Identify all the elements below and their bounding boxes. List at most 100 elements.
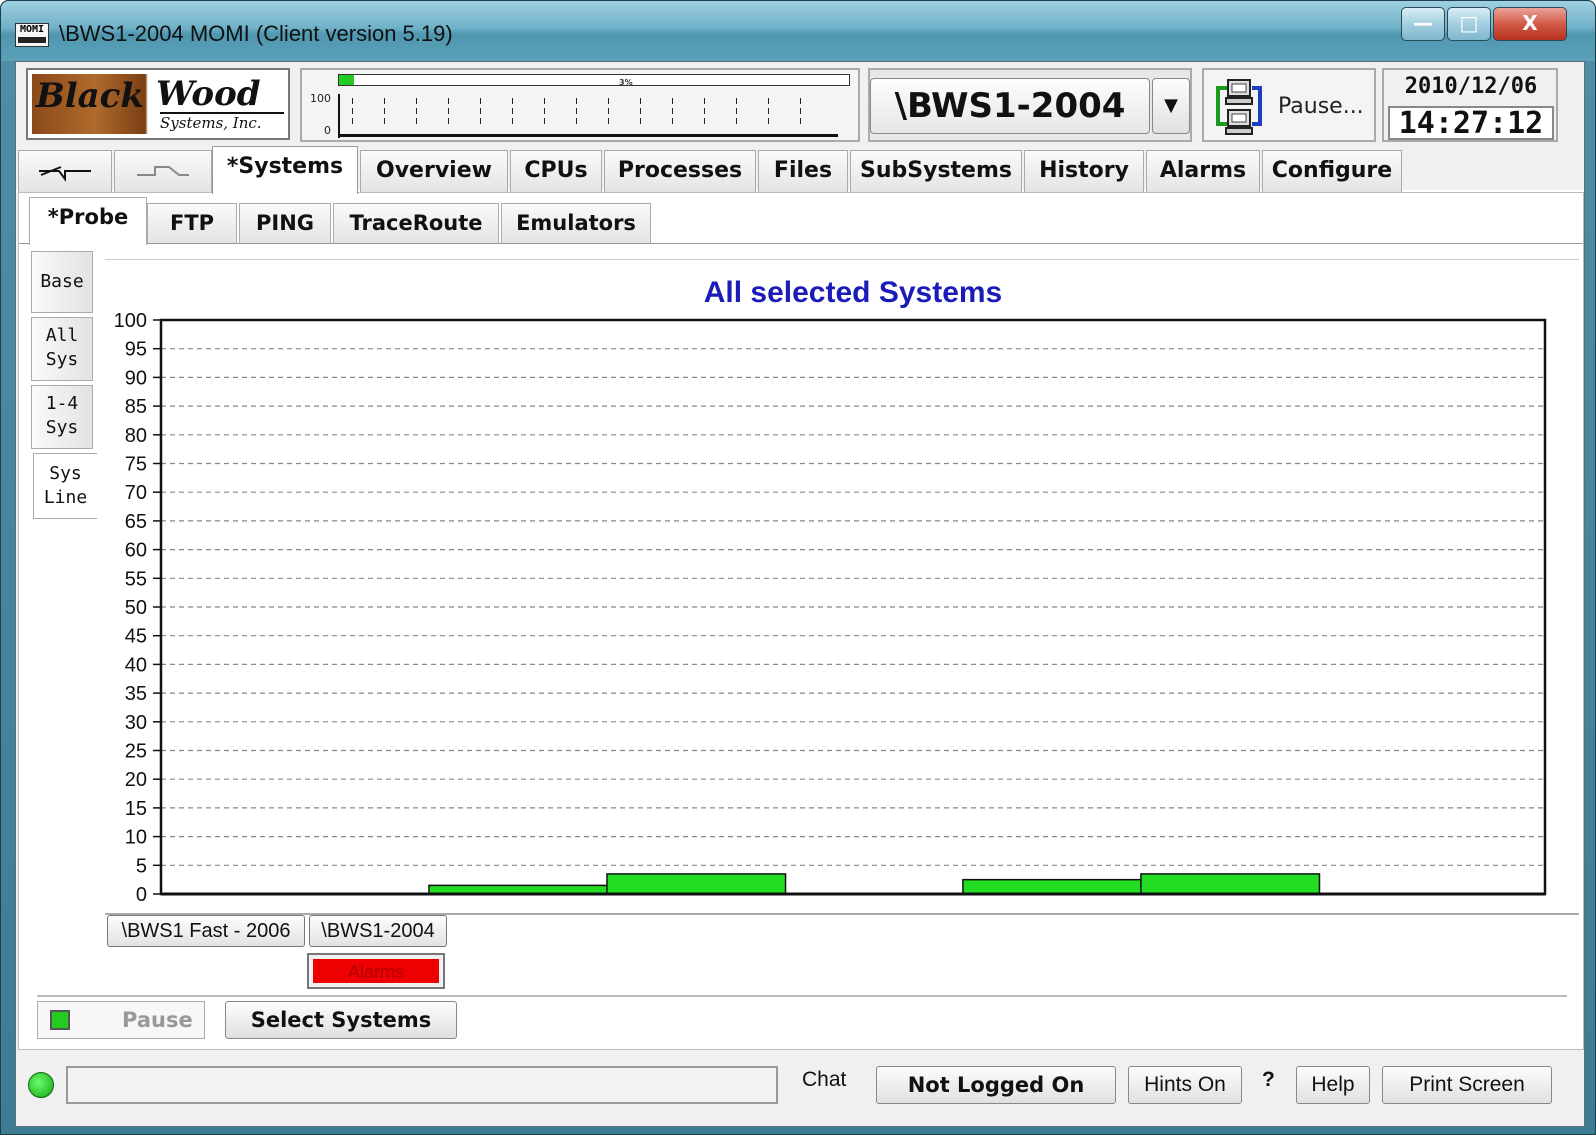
- mini-chart-baseline: [338, 134, 838, 137]
- cpu-mini-chart: 3% 100 0: [300, 68, 860, 142]
- tab-cpus[interactable]: CPUs: [510, 150, 602, 192]
- client-area: Black Wood Systems, Inc. 3% 100 0 \BWS1-…: [15, 61, 1585, 1127]
- chart-bar: [962, 878, 1143, 895]
- y-tick-label: 45: [125, 626, 147, 648]
- pause-refresh-box[interactable]: Pause...: [1202, 68, 1376, 142]
- login-status-button[interactable]: Not Logged On: [876, 1066, 1116, 1104]
- chat-link[interactable]: Chat: [802, 1068, 846, 1092]
- chart-title: All selected Systems: [704, 276, 1003, 309]
- computers-sync-icon: [1216, 79, 1262, 135]
- alarms-button[interactable]: Alarms: [307, 953, 445, 989]
- close-button[interactable]: X: [1493, 7, 1567, 41]
- system-selector: \BWS1-2004 ▼: [868, 68, 1192, 142]
- tab-overview[interactable]: Overview: [360, 150, 508, 192]
- y-tick-label: 0: [136, 884, 147, 906]
- y-tick-label: 90: [125, 367, 147, 389]
- tab-subsystems[interactable]: SubSystems: [850, 150, 1022, 192]
- momi-app-icon: MOMI: [15, 23, 49, 47]
- y-tick-label: 85: [125, 396, 147, 418]
- y-tick-label: 75: [125, 454, 147, 476]
- minimize-button[interactable]: —: [1401, 7, 1445, 41]
- y-tick-label: 25: [125, 741, 147, 763]
- tab-files[interactable]: Files: [758, 150, 848, 192]
- y-tick-label: 35: [125, 683, 147, 705]
- status-bar: Chat Not Logged On Hints On ? Help Print…: [16, 1056, 1584, 1122]
- y-tick-label: 70: [125, 482, 147, 504]
- print-screen-button[interactable]: Print Screen: [1382, 1066, 1552, 1104]
- y-tick-label: 20: [125, 769, 147, 791]
- tab-systems[interactable]: *Systems: [212, 146, 358, 194]
- caret-down-icon[interactable]: ▼: [1152, 78, 1190, 134]
- current-time: 14:27:12: [1388, 106, 1554, 140]
- help-button[interactable]: Help: [1296, 1066, 1370, 1104]
- controls-separator: [37, 995, 1567, 997]
- pulse-down-icon: [39, 166, 91, 182]
- sidetab-all-sys[interactable]: All Sys: [31, 317, 93, 381]
- subtab-emulators[interactable]: Emulators: [501, 203, 651, 243]
- status-message-field: [66, 1066, 778, 1104]
- probe-chart-area: All selected Systems 0 5 10 15 20 25 30 35 40 45 50…: [105, 259, 1579, 915]
- systems-panel: *Probe FTP PING TraceRoute Emulators Bas…: [18, 192, 1584, 1050]
- connection-status-icon: [28, 1072, 54, 1098]
- sidetab-sys-line-line1: Sys: [49, 463, 82, 484]
- y-tick-label: 5: [136, 855, 147, 877]
- app-window: MOMI \BWS1-2004 MOMI (Client version 5.1…: [0, 0, 1596, 1135]
- y-tick-label: 15: [125, 798, 147, 820]
- sidetab-base-label: Base: [40, 271, 84, 292]
- date-time-box: 2010/12/06 14:27:12: [1382, 68, 1558, 142]
- y-tick-label: 50: [125, 597, 147, 619]
- y-tick-label: 30: [125, 712, 147, 734]
- sidetab-sys-line[interactable]: Sys Line: [33, 453, 97, 519]
- mini-chart-top-label: 100: [310, 92, 331, 105]
- system-name-button[interactable]: \BWS1-2004: [870, 78, 1150, 134]
- legend-system-bws1-fast[interactable]: \BWS1 Fast - 2006: [107, 915, 305, 947]
- sidetab-1-4-sys-line2: Sys: [45, 417, 79, 438]
- sidetab-1-4-sys-line1: 1-4: [45, 393, 79, 414]
- mini-chart-y-axis: [338, 94, 340, 138]
- sub-tab-bar: *Probe FTP PING TraceRoute Emulators: [19, 193, 1583, 245]
- sidetab-all-sys-line2: Sys: [45, 349, 79, 370]
- pause-refresh-label: Pause...: [1278, 94, 1364, 119]
- chart-bar: [1140, 873, 1321, 895]
- subtab-ftp[interactable]: FTP: [147, 203, 237, 243]
- y-tick-label: 95: [125, 339, 147, 361]
- y-tick-label: 55: [125, 568, 147, 590]
- mini-chart-grid: [352, 98, 832, 128]
- side-tab-bar: Base All Sys 1-4 Sys Sys Line: [31, 245, 97, 775]
- y-tick-label: 10: [125, 827, 147, 849]
- main-tab-bar: *Systems Overview CPUs Processes Files S…: [16, 146, 1584, 194]
- window-title: \BWS1-2004 MOMI (Client version 5.19): [59, 21, 453, 46]
- cpu-percent-bar: 3%: [338, 74, 850, 87]
- probe-bar-chart: All selected Systems 0 5 10 15 20 25 30 35 40 45 50…: [114, 276, 1547, 906]
- blackwood-logo: Black Wood Systems, Inc.: [26, 68, 290, 140]
- pause-button[interactable]: Pause: [37, 1001, 205, 1039]
- title-bar[interactable]: MOMI \BWS1-2004 MOMI (Client version 5.1…: [1, 1, 1595, 61]
- sidetab-1-4-sys[interactable]: 1-4 Sys: [31, 385, 93, 449]
- cpu-percent-label: 3%: [619, 78, 633, 87]
- select-systems-button[interactable]: Select Systems: [225, 1001, 457, 1039]
- hints-toggle-button[interactable]: Hints On: [1128, 1066, 1242, 1104]
- y-tick-label: 80: [125, 425, 147, 447]
- y-tick-label: 60: [125, 540, 147, 562]
- y-tick-label: 40: [125, 654, 147, 676]
- subtab-ping[interactable]: PING: [239, 203, 331, 243]
- sidetab-all-sys-line1: All: [45, 325, 79, 346]
- pause-button-label: Pause: [122, 1008, 193, 1032]
- y-tick-label: 100: [114, 310, 147, 332]
- tab-alarms[interactable]: Alarms: [1146, 150, 1260, 192]
- sidetab-base[interactable]: Base: [31, 251, 93, 313]
- subtab-probe[interactable]: *Probe: [29, 197, 147, 245]
- logo-text-black: Black: [36, 76, 144, 116]
- pulse-up-icon: [137, 166, 189, 176]
- question-icon[interactable]: ?: [1262, 1068, 1275, 1092]
- tab-history[interactable]: History: [1024, 150, 1144, 192]
- subtab-traceroute[interactable]: TraceRoute: [333, 203, 499, 243]
- tab-pulse-up[interactable]: [114, 150, 212, 192]
- tab-processes[interactable]: Processes: [604, 150, 756, 192]
- legend-system-bws1-2004[interactable]: \BWS1-2004: [309, 915, 447, 947]
- tab-pulse-down[interactable]: [18, 150, 112, 192]
- maximize-button[interactable]: □: [1447, 7, 1491, 41]
- tab-configure[interactable]: Configure: [1262, 150, 1402, 192]
- current-date: 2010/12/06: [1404, 74, 1538, 99]
- sidetab-sys-line-line2: Line: [43, 487, 88, 508]
